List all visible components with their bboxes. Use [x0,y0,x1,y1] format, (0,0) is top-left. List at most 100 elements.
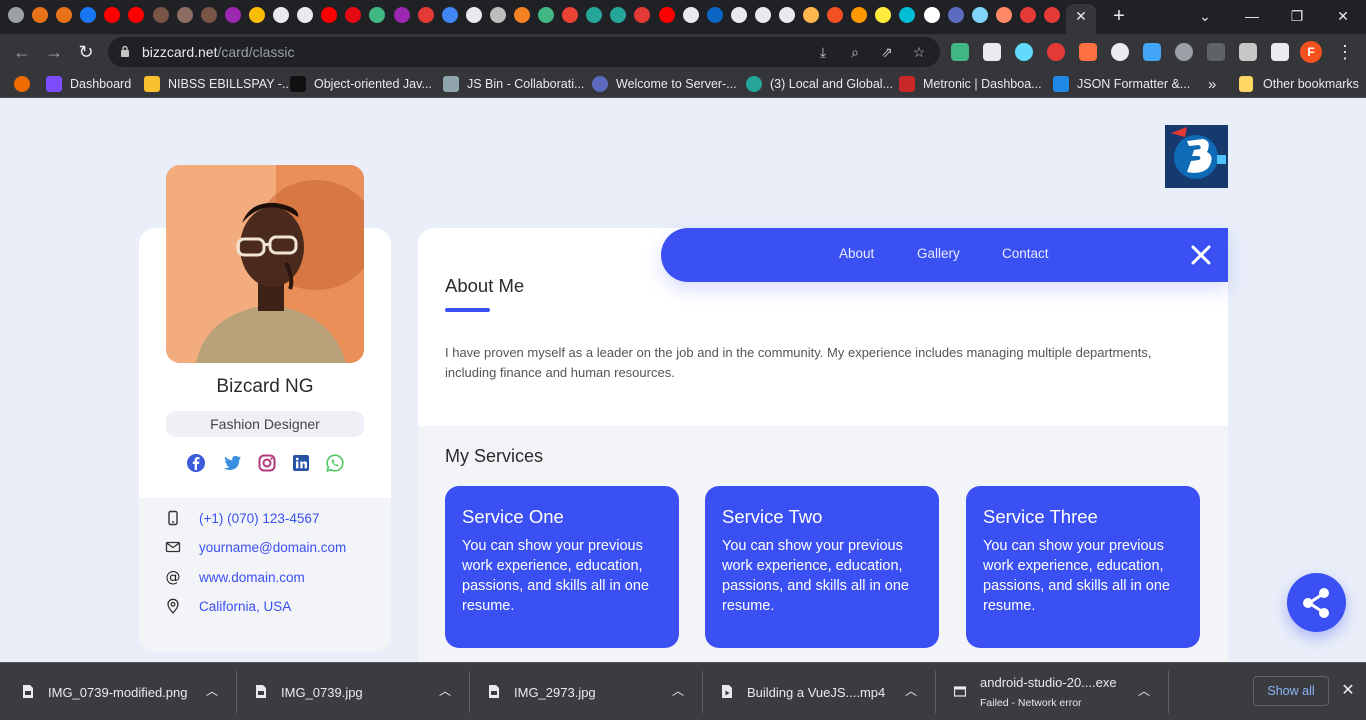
bookmark-item[interactable]: Metronic | Dashboa... [899,75,1042,93]
avatar-icon[interactable] [176,7,193,23]
figma-icon[interactable] [56,7,73,23]
bookmark-item[interactable]: Object-oriented Jav... [290,75,432,93]
tab-search-icon[interactable]: ⌄ [1193,5,1217,27]
photos-icon[interactable] [875,7,892,23]
bookmark-star-icon[interactable]: ☆ [910,43,928,61]
pinterest-icon[interactable] [1044,7,1061,23]
linkedin-icon[interactable] [706,7,723,23]
reload-button[interactable]: ↻ [74,40,98,64]
chevron-up-icon[interactable]: ︿ [437,682,453,700]
back-button[interactable]: ← [10,40,34,64]
globe-icon[interactable] [754,7,771,23]
bookmark-item[interactable]: JS Bin - Collaborati... [443,75,584,93]
chevron-up-icon[interactable]: ︿ [670,682,686,700]
book-icon[interactable] [200,7,217,23]
youtube-icon[interactable] [658,7,675,23]
shield-icon[interactable] [947,7,964,23]
pinterest-icon[interactable] [1019,7,1036,23]
react-devtools-icon[interactable] [1015,43,1033,61]
google-icon[interactable] [441,7,458,23]
globe-icon[interactable] [730,7,747,23]
contact-website[interactable]: @ www.domain.com [165,567,305,587]
share-button[interactable] [1287,573,1346,632]
service-card[interactable]: Service Two You can show your previous w… [705,486,939,648]
home-icon[interactable] [682,7,699,23]
share-page-icon[interactable]: ⇗ [878,43,896,61]
more-bookmarks-button[interactable]: » [1208,75,1216,93]
minimize-button[interactable]: — [1240,5,1264,27]
diamond-icon[interactable] [586,7,603,23]
restore-button[interactable]: ❐ [1285,5,1309,27]
extension-icon[interactable] [1175,43,1193,61]
monkey-icon[interactable] [995,7,1012,23]
whatsapp-icon[interactable] [325,453,345,473]
nav-link-contact[interactable]: Contact [1002,246,1049,261]
vue-icon[interactable] [538,7,555,23]
close-shelf-icon[interactable]: ✕ [1338,680,1358,702]
vue-icon[interactable] [369,7,386,23]
facebook-icon[interactable] [80,7,97,23]
fontface-icon[interactable] [1143,43,1161,61]
download-item[interactable]: IMG_0739-modified.png ︿ [22,663,232,720]
address-bar[interactable]: bizzcard.net/card/classic ⤓ ⌕ ⇗ ☆ [108,37,940,67]
diamond-icon[interactable] [610,7,627,23]
download-item[interactable]: android-studio-20....exe Failed - Networ… [954,663,1164,720]
microsoft-icon[interactable] [827,7,844,23]
io-icon[interactable] [923,7,940,23]
download-item[interactable]: IMG_0739.jpg ︿ [255,663,465,720]
service-card[interactable]: Service Three You can show your previous… [966,486,1200,648]
box-icon[interactable] [489,7,506,23]
bookmark-item[interactable]: (3) Local and Global... [746,75,893,93]
chevron-up-icon[interactable]: ︿ [1136,682,1152,700]
news-icon[interactable] [417,7,434,23]
contact-phone[interactable]: (+1) (070) 123-4567 [165,508,319,528]
side-panel-icon[interactable] [1271,43,1289,61]
twitter-icon[interactable] [222,453,242,473]
cart-icon[interactable] [803,7,820,23]
youtube-icon[interactable] [104,7,121,23]
contact-location[interactable]: California, USA [165,596,291,616]
puzzle-icon[interactable] [1239,43,1257,61]
window-close-button[interactable]: ✕ [1331,5,1355,27]
service-card[interactable]: Service One You can show your previous w… [445,486,679,648]
chrome-icon[interactable] [8,7,24,23]
music-icon[interactable] [393,7,410,23]
github-icon[interactable] [273,7,290,23]
extension-icon[interactable] [1047,43,1065,61]
bookmark-item[interactable]: Dashboard [46,75,131,93]
vue-devtools-icon[interactable] [951,43,969,61]
gmail-icon[interactable] [562,7,579,23]
github-icon[interactable] [297,7,314,23]
download-item[interactable]: Building a VueJS....mp4 ︿ [721,663,931,720]
bookmark-apps[interactable] [14,75,38,93]
photos-icon[interactable] [851,7,868,23]
new-tab-button[interactable]: + [1108,5,1130,27]
chrome-icon[interactable] [248,7,265,23]
instagram-icon[interactable] [257,453,277,473]
eyedropper-icon[interactable] [1207,43,1225,61]
facebook-icon[interactable] [186,453,206,473]
zoom-icon[interactable]: ⌕ [846,43,864,61]
chevron-up-icon[interactable]: ︿ [903,682,919,700]
forward-button[interactable]: → [42,40,66,64]
nav-link-about[interactable]: About [839,246,874,261]
bookmark-item[interactable]: NIBSS EBILLSPAY -... [144,75,292,93]
install-icon[interactable]: ⤓ [814,43,832,61]
bookmark-item[interactable]: Welcome to Server-... [592,75,737,93]
bizcard-logo[interactable] [1165,125,1228,188]
extension-icon[interactable] [1111,43,1129,61]
extension-off-icon[interactable] [1079,43,1097,61]
netflix-icon[interactable] [345,7,362,23]
chevron-up-icon[interactable]: ︿ [204,682,220,700]
figma-icon[interactable] [32,7,49,23]
book-icon[interactable] [152,7,169,23]
home-icon[interactable] [779,7,795,23]
nav-link-gallery[interactable]: Gallery [917,246,960,261]
github-icon[interactable] [465,7,482,23]
bookmark-item[interactable]: JSON Formatter &... [1053,75,1190,93]
wave-icon[interactable] [971,7,988,23]
youtube-icon[interactable] [321,7,338,23]
chrome-menu-icon[interactable]: ⋮ [1336,40,1354,64]
music-icon[interactable] [224,7,241,23]
linkedin-icon[interactable] [291,453,311,473]
